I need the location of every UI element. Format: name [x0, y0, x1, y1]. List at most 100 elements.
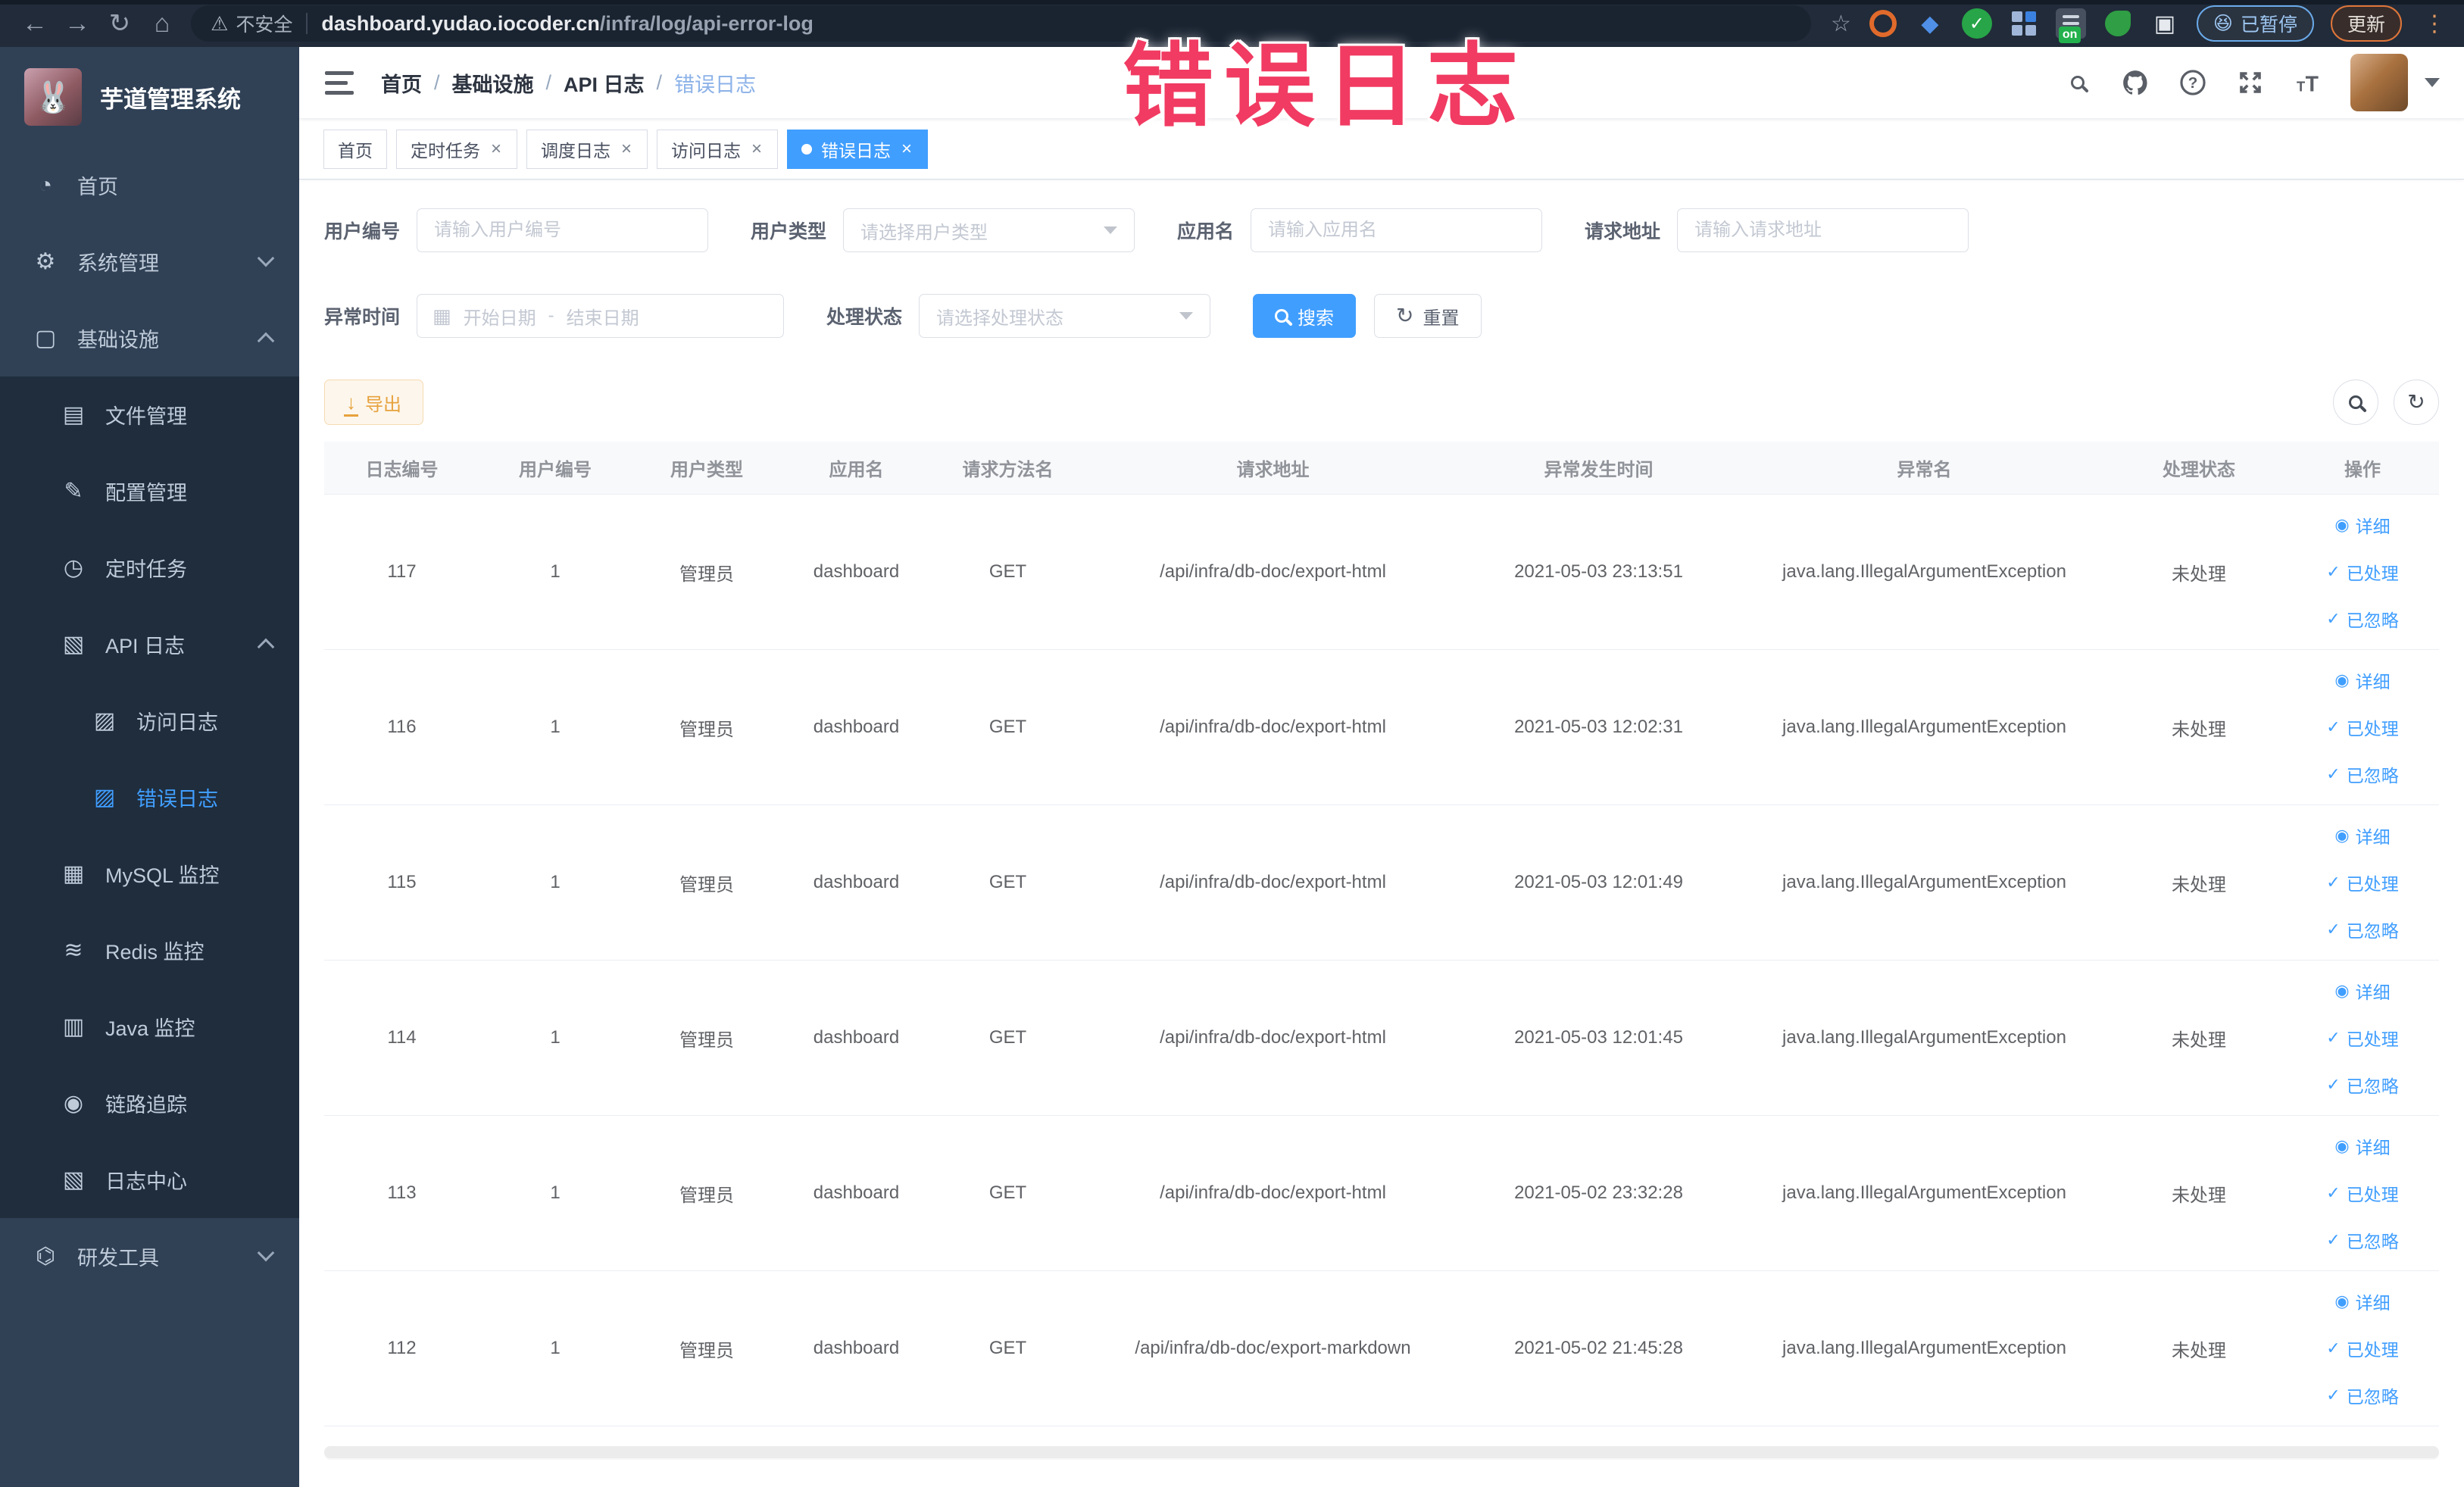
- extension-on-icon[interactable]: on: [2055, 8, 2086, 43]
- horizontal-scrollbar[interactable]: [324, 1446, 2439, 1458]
- sidebar-item-file-management[interactable]: ▤ 文件管理: [0, 376, 299, 453]
- detail-link[interactable]: ◉ 详细: [2334, 512, 2390, 538]
- page-content: 用户编号 用户类型 请选择用户类型 应用名: [299, 180, 2464, 1487]
- browser-menu-icon[interactable]: ⋮: [2419, 11, 2450, 37]
- github-icon[interactable]: [2120, 67, 2150, 98]
- mark-processed-link[interactable]: ✓ 已处理: [2326, 870, 2398, 895]
- font-size-icon[interactable]: TT: [2293, 67, 2323, 98]
- user-id-input[interactable]: [417, 208, 709, 252]
- tab-close-icon[interactable]: ×: [489, 139, 503, 158]
- sidebar-item-label: Redis 监控: [105, 941, 205, 964]
- refresh-table-button[interactable]: ↻: [2394, 380, 2439, 425]
- cell-request-url: /api/infra/db-doc/export-html: [1160, 561, 1386, 582]
- mark-processed-link[interactable]: ✓ 已处理: [2326, 559, 2398, 585]
- header-exception-name: 异常名: [1897, 460, 1952, 480]
- extension-green-check-icon[interactable]: ✓: [1961, 8, 1992, 39]
- app-logo-row[interactable]: 🐰 芋道管理系统: [0, 47, 299, 147]
- avatar-caret-down-icon[interactable]: [2425, 78, 2440, 87]
- user-type-select[interactable]: 请选择用户类型: [843, 208, 1135, 252]
- sidebar-item-label: API 日志: [105, 635, 186, 658]
- sidebar-item-api-log[interactable]: ▧ API 日志: [0, 606, 299, 683]
- header-exception-time: 异常发生时间: [1544, 460, 1654, 480]
- tools-icon: ⌬: [35, 1244, 56, 1269]
- mark-ignored-link[interactable]: ✓ 已忽略: [2326, 1072, 2398, 1098]
- sidebar-item-error-log[interactable]: ▨ 错误日志: [0, 759, 299, 836]
- sidebar-item-redis-monitor[interactable]: ≋ Redis 监控: [0, 912, 299, 989]
- svg-text:?: ?: [2188, 74, 2198, 92]
- sidebar-item-log-center[interactable]: ▧ 日志中心: [0, 1142, 299, 1218]
- tab-close-icon[interactable]: ×: [750, 139, 764, 158]
- sidebar-item-mysql-monitor[interactable]: ▦ MySQL 监控: [0, 836, 299, 912]
- mark-ignored-link[interactable]: ✓ 已忽略: [2326, 606, 2398, 632]
- extension-orange-icon[interactable]: [1868, 8, 1898, 39]
- breadcrumb-api-log[interactable]: API 日志: [564, 68, 645, 98]
- update-button[interactable]: 更新: [2330, 5, 2402, 42]
- breadcrumb: 首页 / 基础设施 / API 日志 / 错误日志: [381, 68, 756, 98]
- header-search-icon[interactable]: [2063, 67, 2093, 98]
- extensions-puzzle-icon[interactable]: ▣: [2150, 8, 2180, 39]
- app-name-input[interactable]: [1251, 208, 1543, 252]
- mark-processed-link[interactable]: ✓ 已处理: [2326, 1180, 2398, 1206]
- sidebar-item-infrastructure[interactable]: ▢ 基础设施: [0, 300, 299, 376]
- sidebar-item-config-management[interactable]: ✎ 配置管理: [0, 453, 299, 530]
- mark-ignored-link[interactable]: ✓ 已忽略: [2326, 917, 2398, 942]
- export-button[interactable]: ↓ 导出: [324, 380, 423, 425]
- sidebar-item-system-management[interactable]: ⚙ 系统管理: [0, 223, 299, 300]
- tab-home[interactable]: 首页: [323, 129, 387, 169]
- exception-time-range-picker[interactable]: ▦ 开始日期 - 结束日期: [417, 294, 785, 338]
- chevron-down-icon: [257, 249, 275, 267]
- sidebar-item-home[interactable]: ◔ 首页: [0, 147, 299, 223]
- sidebar-item-trace[interactable]: ◉ 链路追踪: [0, 1065, 299, 1142]
- tab-scheduled-tasks[interactable]: 定时任务 ×: [396, 129, 518, 169]
- extension-shield-icon[interactable]: ◆: [1915, 8, 1945, 39]
- detail-link[interactable]: ◉ 详细: [2334, 667, 2390, 693]
- tab-access-log[interactable]: 访问日志 ×: [657, 129, 779, 169]
- mark-processed-link[interactable]: ✓ 已处理: [2326, 714, 2398, 740]
- extension-leaf-icon[interactable]: [2103, 8, 2133, 39]
- user-avatar[interactable]: [2350, 54, 2408, 111]
- cell-method: GET: [988, 561, 1027, 582]
- user-id-label: 用户编号: [324, 221, 401, 242]
- process-status-select[interactable]: 请选择处理状态: [919, 294, 1211, 338]
- detail-link[interactable]: ◉ 详细: [2334, 1133, 2390, 1159]
- breadcrumb-infrastructure[interactable]: 基础设施: [452, 68, 534, 98]
- detail-link[interactable]: ◉ 详细: [2334, 823, 2390, 848]
- sidebar-item-java-monitor[interactable]: ▥ Java 监控: [0, 989, 299, 1065]
- toggle-search-button[interactable]: [2333, 380, 2378, 425]
- check-icon: ✓: [2326, 1230, 2341, 1249]
- mark-processed-link[interactable]: ✓ 已处理: [2326, 1025, 2398, 1051]
- tab-close-icon[interactable]: ×: [900, 139, 913, 158]
- cell-exception-name: java.lang.IllegalArgumentException: [1782, 1338, 2066, 1358]
- mark-ignored-link[interactable]: ✓ 已忽略: [2326, 761, 2398, 787]
- browser-reload-icon[interactable]: ↻: [98, 2, 141, 45]
- extension-grid-icon[interactable]: [2009, 8, 2039, 39]
- table-row: 117 1 管理员 dashboard GET /api/infra/db-do…: [324, 495, 2439, 650]
- bookmark-star-icon[interactable]: ☆: [1831, 11, 1851, 37]
- navbar: 首页 / 基础设施 / API 日志 / 错误日志 ? T T: [299, 47, 2464, 119]
- paused-badge[interactable]: 😆 已暂停: [2196, 5, 2314, 42]
- reset-button[interactable]: ↻ 重置: [1374, 294, 1482, 338]
- doc-icon: ▨: [93, 708, 116, 733]
- tab-error-log[interactable]: 错误日志 ×: [787, 129, 929, 169]
- help-icon[interactable]: ?: [2178, 67, 2208, 98]
- mark-ignored-link[interactable]: ✓ 已忽略: [2326, 1227, 2398, 1253]
- search-button[interactable]: 搜索: [1253, 294, 1357, 338]
- sidebar-toggle-icon[interactable]: [323, 67, 355, 99]
- detail-link[interactable]: ◉ 详细: [2334, 1289, 2390, 1314]
- fullscreen-icon[interactable]: [2235, 67, 2266, 98]
- request-url-input[interactable]: [1677, 208, 1969, 252]
- tab-schedule-log[interactable]: 调度日志 ×: [526, 129, 648, 169]
- browser-home-icon[interactable]: ⌂: [141, 2, 183, 45]
- sidebar-item-access-log[interactable]: ▨ 访问日志: [0, 683, 299, 759]
- cell-log-id: 117: [387, 561, 417, 582]
- browser-forward-icon[interactable]: →: [56, 2, 98, 45]
- address-bar[interactable]: ⚠ 不安全 dashboard.yudao.iocoder.cn /infra/…: [191, 5, 1811, 42]
- mark-ignored-link[interactable]: ✓ 已忽略: [2326, 1382, 2398, 1408]
- tab-close-icon[interactable]: ×: [620, 139, 633, 158]
- breadcrumb-home[interactable]: 首页: [381, 68, 422, 98]
- sidebar-item-dev-tools[interactable]: ⌬ 研发工具: [0, 1218, 299, 1295]
- sidebar-item-scheduled-tasks[interactable]: ◷ 定时任务: [0, 530, 299, 606]
- mark-processed-link[interactable]: ✓ 已处理: [2326, 1335, 2398, 1361]
- browser-back-icon[interactable]: ←: [14, 2, 56, 45]
- detail-link[interactable]: ◉ 详细: [2334, 978, 2390, 1004]
